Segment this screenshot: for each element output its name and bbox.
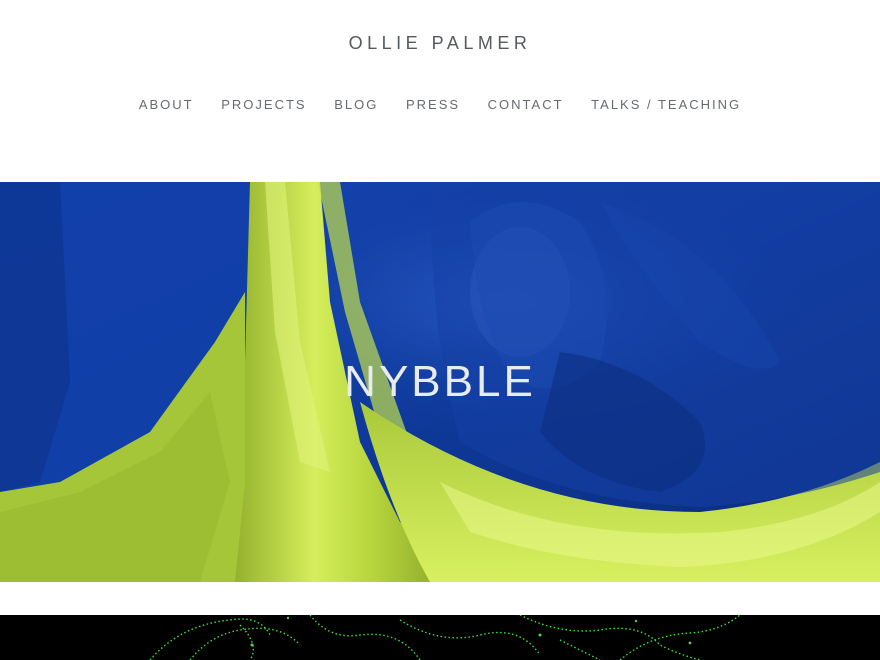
nav-item-blog[interactable]: BLOG: [334, 97, 378, 112]
nav-item-press[interactable]: PRESS: [406, 97, 460, 112]
nav-item-about[interactable]: ABOUT: [139, 97, 194, 112]
hero-project-image[interactable]: NYBBLE: [0, 182, 880, 582]
hero-project-title: NYBBLE: [344, 357, 536, 406]
site-header: OLLIE PALMER ABOUT PROJECTS BLOG PRESS C…: [0, 0, 880, 182]
nav-item-projects[interactable]: PROJECTS: [221, 97, 306, 112]
site-title-link[interactable]: OLLIE PALMER: [0, 33, 880, 54]
nav-item-contact[interactable]: CONTACT: [488, 97, 564, 112]
glowing-tendrils-artwork: [149, 615, 741, 660]
next-project-image[interactable]: [0, 615, 880, 660]
nav-item-talks-teaching[interactable]: TALKS / TEACHING: [591, 97, 741, 112]
section-spacer: [0, 582, 880, 615]
main-nav: ABOUT PROJECTS BLOG PRESS CONTACT TALKS …: [0, 97, 880, 112]
